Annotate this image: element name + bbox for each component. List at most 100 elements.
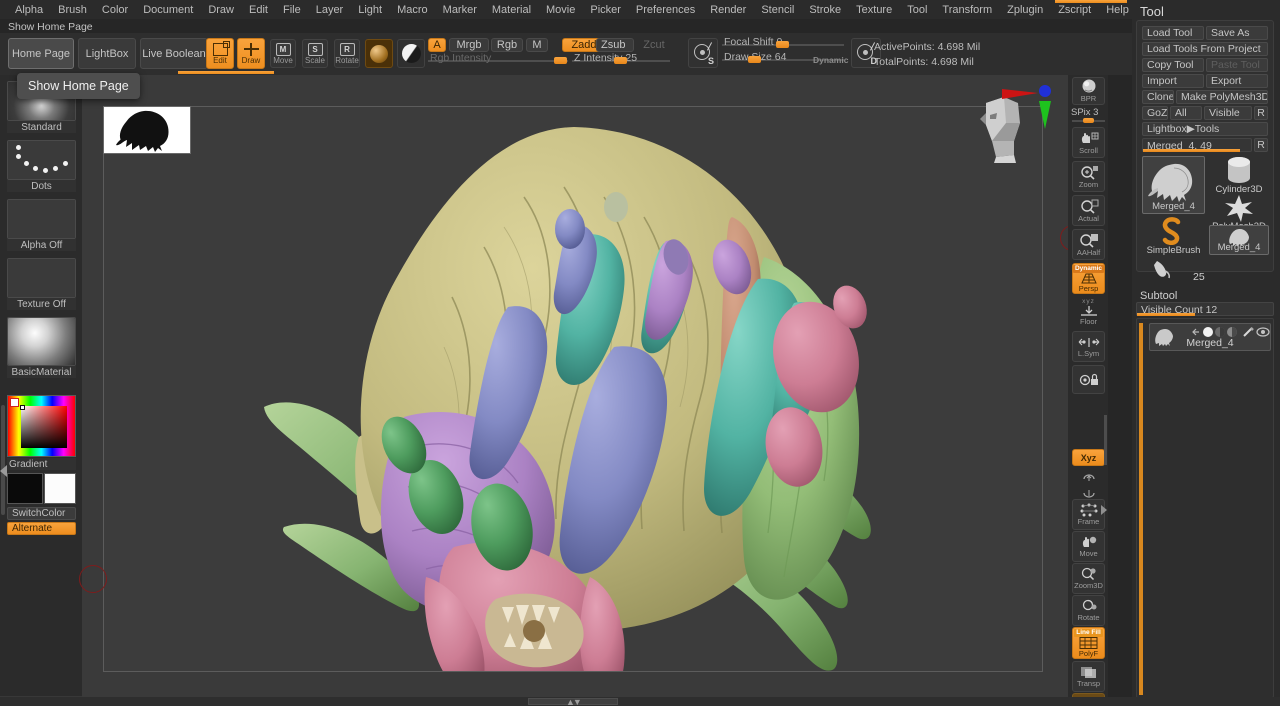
draw-size-knob[interactable]: [748, 56, 761, 63]
lightbox-tools-button[interactable]: Lightbox▶Tools: [1142, 122, 1268, 136]
actual-button[interactable]: Actual: [1072, 195, 1105, 226]
persp-button[interactable]: Dynamic Persp: [1072, 263, 1105, 294]
rotate-button[interactable]: R Rotate: [334, 39, 360, 68]
color-picker[interactable]: [7, 395, 76, 457]
z-intensity-slider[interactable]: Z Intensity 25: [572, 52, 670, 67]
visible-count-slider[interactable]: Visible Count 12: [1136, 302, 1274, 316]
goz-all-button[interactable]: All: [1170, 106, 1202, 120]
load-tools-from-project-button[interactable]: Load Tools From Project: [1142, 42, 1268, 56]
subtool-row-merged4[interactable]: Merged_4: [1149, 323, 1271, 351]
left-sidebar-scrollbar[interactable]: [1, 405, 5, 515]
primary-color-swatch[interactable]: [7, 473, 43, 504]
menu-zplugin[interactable]: Zplugin: [1000, 2, 1050, 18]
zoom-button[interactable]: Zoom: [1072, 161, 1105, 192]
menu-file[interactable]: File: [276, 2, 308, 18]
stroke-thumbnail[interactable]: [7, 140, 76, 180]
menu-brush[interactable]: Brush: [51, 2, 94, 18]
paste-tool-button[interactable]: Paste Tool: [1206, 58, 1268, 72]
alpha-thumbnail[interactable]: [7, 199, 76, 239]
rgb-intensity-slider[interactable]: Rgb Intensity: [428, 52, 568, 67]
alternate-button[interactable]: Alternate: [7, 522, 76, 535]
focal-shift-knob[interactable]: [776, 41, 789, 48]
menu-edit[interactable]: Edit: [242, 2, 275, 18]
tool-thumb-simplebrush[interactable]: SimpleBrush: [1142, 217, 1205, 257]
aahalf-button[interactable]: AAHalf: [1072, 229, 1105, 260]
z-intensity-knob[interactable]: [614, 57, 627, 64]
menu-tool[interactable]: Tool: [900, 2, 934, 18]
goz-button[interactable]: GoZ: [1142, 106, 1168, 120]
material-picker-button[interactable]: [397, 39, 425, 68]
menu-document[interactable]: Document: [136, 2, 200, 18]
import-button[interactable]: Import: [1142, 74, 1204, 88]
scroll-caret-icon[interactable]: ▲▼: [566, 697, 582, 706]
rotate-3d-button[interactable]: Rotate: [1072, 595, 1105, 626]
menu-stencil[interactable]: Stencil: [754, 2, 801, 18]
menu-macro[interactable]: Macro: [390, 2, 435, 18]
menu-zscript[interactable]: Zscript: [1051, 2, 1098, 18]
orientation-gizmo[interactable]: [964, 79, 1054, 165]
copy-tool-button[interactable]: Copy Tool: [1142, 58, 1204, 72]
load-tool-button[interactable]: Load Tool: [1142, 26, 1204, 40]
current-material-swatch[interactable]: [365, 39, 393, 68]
xyz-button[interactable]: Xyz: [1072, 449, 1105, 466]
texture-thumbnail[interactable]: [7, 258, 76, 298]
goz-visible-button[interactable]: Visible: [1204, 106, 1252, 120]
scale-button[interactable]: S Scale: [302, 39, 328, 68]
clone-button[interactable]: Clone: [1142, 90, 1174, 104]
material-slot[interactable]: BasicMaterial: [7, 317, 76, 378]
tool-thumb-cylinder3d[interactable]: Cylinder3D: [1209, 156, 1269, 196]
current-tool-r-button[interactable]: R: [1254, 138, 1268, 152]
menu-help[interactable]: Help: [1099, 2, 1136, 18]
lsym-button[interactable]: L.Sym: [1072, 331, 1105, 362]
zsub-button[interactable]: Zsub: [596, 38, 634, 52]
menu-draw[interactable]: Draw: [201, 2, 241, 18]
subtool-list[interactable]: Merged_4: [1136, 318, 1274, 698]
save-as-button[interactable]: Save As: [1206, 26, 1268, 40]
material-thumbnail[interactable]: [7, 317, 76, 366]
lightbox-button[interactable]: LightBox: [78, 38, 136, 69]
move-3d-button[interactable]: Move: [1072, 531, 1105, 562]
switch-color-button[interactable]: SwitchColor: [7, 507, 76, 520]
channel-rgb-button[interactable]: Rgb: [491, 38, 523, 52]
viewport-canvas[interactable]: [103, 106, 1043, 672]
home-page-button[interactable]: Home Page: [8, 38, 74, 69]
secondary-color-swatch[interactable]: [44, 473, 76, 504]
transp-button[interactable]: Transp: [1072, 661, 1105, 692]
focal-shift-slider[interactable]: Focal Shift 0: [722, 36, 844, 51]
menu-light[interactable]: Light: [351, 2, 389, 18]
right-toolbar-expand-arrow-icon[interactable]: [1101, 505, 1107, 515]
lock-transform-button[interactable]: [1072, 365, 1105, 394]
spix-knob[interactable]: [1083, 118, 1094, 123]
tool-thumb-extra[interactable]: [1151, 259, 1195, 281]
menu-movie[interactable]: Movie: [539, 2, 582, 18]
channel-mrgb-button[interactable]: Mrgb: [449, 38, 489, 52]
right-toolbar-scrollbar[interactable]: [1104, 415, 1107, 465]
texture-slot[interactable]: Texture Off: [7, 258, 76, 310]
zoom3d-button[interactable]: Zoom3D: [1072, 563, 1105, 594]
rotate-y-button[interactable]: [1072, 468, 1105, 485]
draw-button[interactable]: Draw: [237, 38, 265, 69]
menu-color[interactable]: Color: [95, 2, 135, 18]
bpr-button[interactable]: BPR: [1072, 77, 1105, 105]
goz-r-button[interactable]: R: [1254, 106, 1268, 120]
tool-thumb-merged4-sub[interactable]: Merged_4: [1209, 225, 1269, 255]
move-button[interactable]: M Move: [270, 39, 296, 68]
floor-button[interactable]: xyz Floor: [1072, 297, 1105, 327]
make-polymesh3d-button[interactable]: Make PolyMesh3D: [1176, 90, 1268, 104]
alpha-slot[interactable]: Alpha Off: [7, 199, 76, 251]
tool-thumb-merged4-main[interactable]: Merged_4: [1142, 156, 1205, 214]
menu-transform[interactable]: Transform: [935, 2, 999, 18]
menu-layer[interactable]: Layer: [309, 2, 351, 18]
live-boolean-button[interactable]: Live Boolean: [140, 38, 208, 69]
stroke-settings-icon[interactable]: S: [688, 38, 718, 68]
channel-m-button[interactable]: M: [526, 38, 548, 52]
scroll-button[interactable]: Scroll: [1072, 127, 1105, 158]
stroke-slot[interactable]: Dots: [7, 140, 76, 192]
menu-material[interactable]: Material: [485, 2, 538, 18]
menu-picker[interactable]: Picker: [583, 2, 628, 18]
color-gradient-area[interactable]: [21, 406, 67, 448]
channel-a-button[interactable]: A: [428, 38, 446, 52]
menu-texture[interactable]: Texture: [849, 2, 899, 18]
export-button[interactable]: Export: [1206, 74, 1268, 88]
polyframe-button[interactable]: Line Fill PolyF: [1072, 627, 1105, 659]
